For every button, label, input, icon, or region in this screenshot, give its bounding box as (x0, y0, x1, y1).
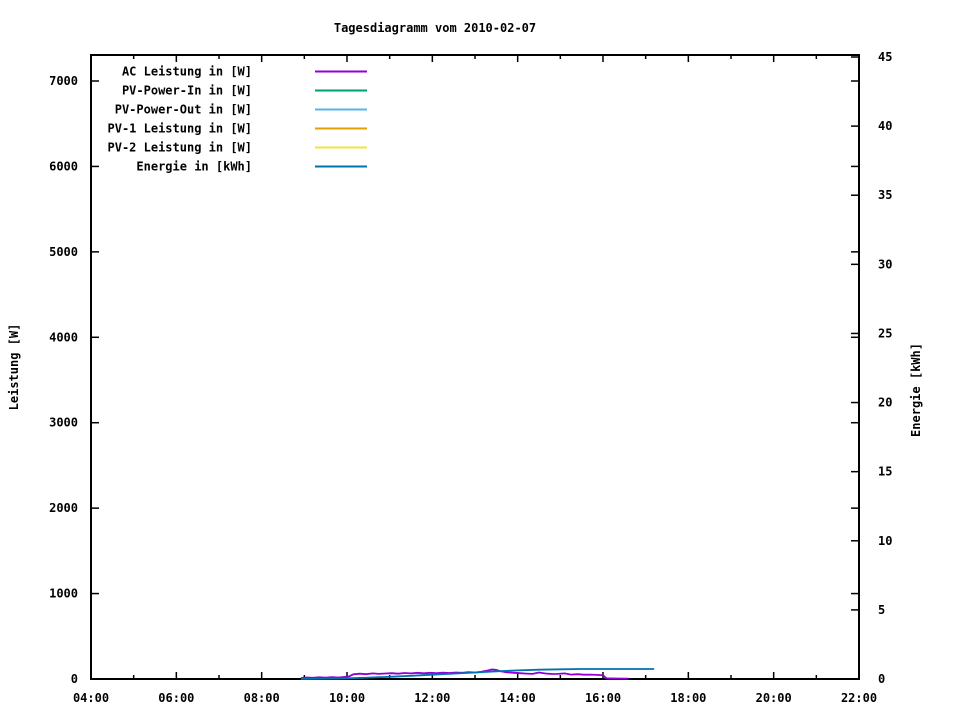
y2-axis-label: Energie [kWh] (909, 343, 923, 437)
legend-label: PV-2 Leistung in [W] (108, 141, 253, 155)
legend-item: PV-2 Leistung in [W] (108, 141, 367, 155)
x-tick-label: 04:00 (73, 691, 109, 705)
chart-title: Tagesdiagramm vom 2010-02-07 (334, 21, 536, 35)
y-tick-label: 1000 (49, 587, 78, 601)
x-tick-label: 14:00 (500, 691, 536, 705)
y-tick-label: 5000 (49, 245, 78, 259)
legend-item: PV-Power-In in [W] (122, 84, 367, 98)
y2-tick-label: 40 (878, 119, 892, 133)
x-tick-label: 20:00 (756, 691, 792, 705)
legend-label: PV-Power-Out in [W] (115, 103, 252, 117)
legend: AC Leistung in [W] PV-Power-In in [W] PV-P… (108, 65, 367, 174)
legend-label: AC Leistung in [W] (122, 65, 252, 79)
y2-tick-label: 15 (878, 465, 892, 479)
x-tick-label: 12:00 (414, 691, 450, 705)
x-tick-label: 06:00 (158, 691, 194, 705)
legend-item: AC Leistung in [W] (122, 65, 367, 79)
y-axis-label: Leistung [W] (7, 324, 21, 411)
y2-tick-label: 35 (878, 188, 892, 202)
x-tick-label: 08:00 (244, 691, 280, 705)
y-tick-label: 3000 (49, 416, 78, 430)
y2-tick-label: 45 (878, 50, 892, 64)
series-line-ac-leistung-in-w (300, 668, 629, 680)
y-tick-label: 6000 (49, 159, 78, 173)
y-tick-label: 0 (71, 672, 78, 686)
y-tick-label: 7000 (49, 74, 78, 88)
y2-tick-label: 10 (878, 534, 892, 548)
y2-tick-label: 20 (878, 396, 892, 410)
chart-svg: Tagesdiagramm vom 2010-02-07 Leistung [W… (7, 21, 923, 705)
y-tick-label: 2000 (49, 501, 78, 515)
legend-item: PV-1 Leistung in [W] (108, 122, 367, 136)
legend-label: PV-Power-In in [W] (122, 84, 252, 98)
legend-item: Energie in [kWh] (136, 160, 367, 174)
y2-tick-label: 30 (878, 257, 892, 271)
x-tick-label: 22:00 (841, 691, 877, 705)
y2-tick-label: 5 (878, 603, 885, 617)
legend-item: PV-Power-Out in [W] (115, 103, 367, 117)
y2-tick-label: 0 (878, 672, 885, 686)
legend-label: Energie in [kWh] (136, 160, 252, 174)
y2-tick-label: 25 (878, 326, 892, 340)
x-tick-label: 16:00 (585, 691, 621, 705)
y-tick-label: 4000 (49, 330, 78, 344)
x-tick-label: 18:00 (670, 691, 706, 705)
x-tick-label: 10:00 (329, 691, 365, 705)
tagesdiagramm-chart: Tagesdiagramm vom 2010-02-07 Leistung [W… (0, 0, 960, 720)
series-lines (300, 668, 655, 680)
legend-label: PV-1 Leistung in [W] (108, 122, 253, 136)
